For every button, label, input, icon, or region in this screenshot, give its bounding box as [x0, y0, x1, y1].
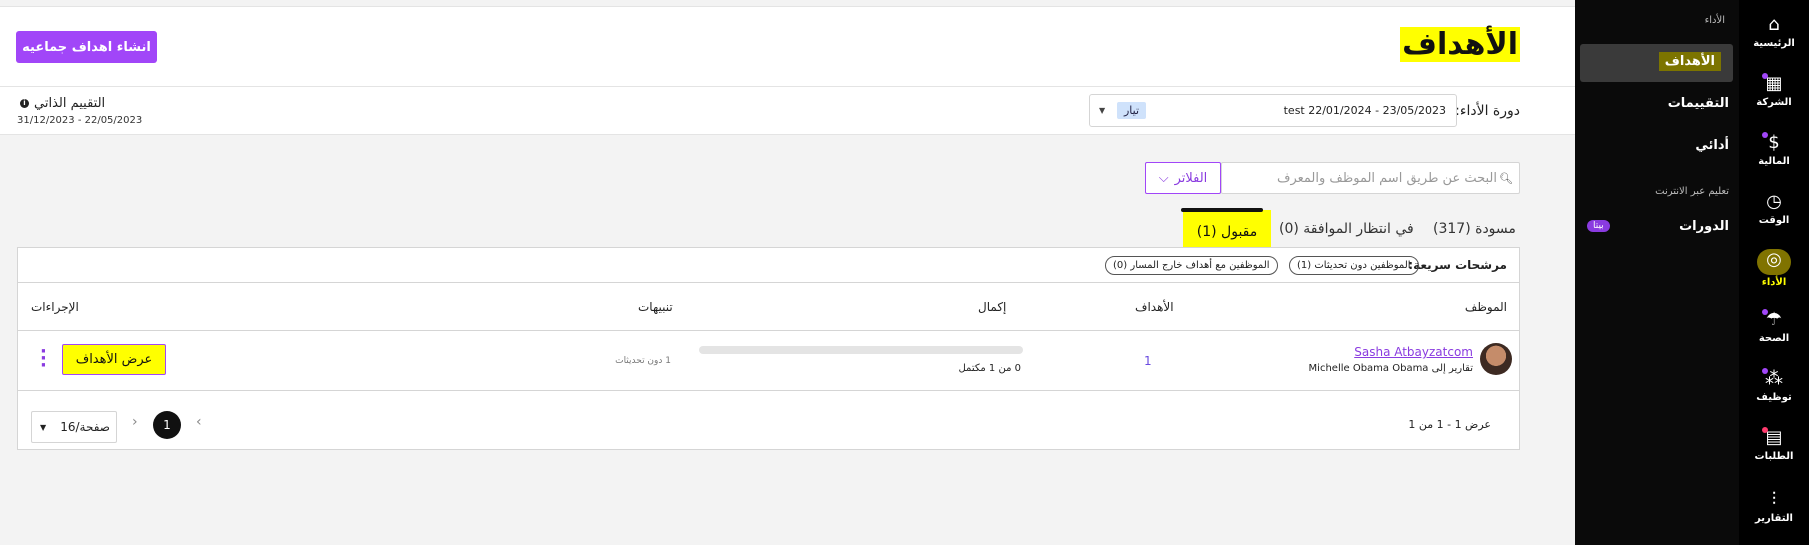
subnav-item-courses[interactable]: الدورات	[1679, 219, 1729, 234]
goals-table-panel: مرشحات سريعة: الموظفين دون تحديثات (1) ا…	[17, 247, 1520, 450]
subnav-item-reviews[interactable]: التقييمات	[1668, 96, 1729, 111]
performance-cycle-bar: دورة الأداء: test 22/01/2024 - 23/05/202…	[0, 87, 1575, 135]
view-goals-button[interactable]: عرض الأهداف	[62, 344, 166, 375]
category-performance: الأداء	[1704, 15, 1725, 26]
avatar	[1480, 343, 1512, 375]
alert-text: 1 دون تحديثات	[615, 356, 671, 366]
chip-no-updates[interactable]: الموظفين دون تحديثات (1)	[1289, 256, 1419, 275]
nav-performance[interactable]: ◎ الأداء	[1739, 249, 1809, 288]
active-tab-indicator	[1181, 208, 1263, 212]
chevron-left-icon[interactable]: ‹	[196, 414, 202, 430]
clock-icon: ◷	[1766, 191, 1782, 212]
chevron-right-icon[interactable]: ›	[132, 414, 138, 430]
create-group-goals-button[interactable]: انشاء اهداف جماعيه	[16, 31, 157, 63]
nav-home[interactable]: ⌂ الرئيسية	[1739, 14, 1809, 49]
completion-text: 0 من 1 مكتمل	[958, 363, 1021, 374]
subnav-item-my-performance[interactable]: أدائي	[1695, 138, 1729, 153]
notification-dot	[1762, 309, 1768, 315]
main-navigation: ⌂ الرئيسية ▦ الشركة $ المالية ◷ الوقت ◎ …	[1739, 0, 1809, 545]
search-input[interactable]: البحث عن طريق اسم الموظف والمعرف 🔍︎	[1221, 162, 1520, 194]
sub-navigation: الأداء الأهداف التقييمات أدائي تعليم عبر…	[1575, 0, 1739, 545]
current-cycle-tag: تيار	[1117, 102, 1147, 119]
cycle-value: test 22/01/2024 - 23/05/2023	[1283, 104, 1446, 117]
dollar-icon: $	[1768, 132, 1780, 153]
home-icon: ⌂	[1768, 14, 1780, 35]
notification-dot	[1762, 368, 1768, 374]
notification-dot	[1762, 132, 1768, 138]
search-placeholder: البحث عن طريق اسم الموظف والمعرف	[1277, 171, 1497, 186]
document-icon: ▤	[1765, 427, 1783, 448]
page-title: الأهداف	[1400, 27, 1520, 62]
info-icon[interactable]: i	[20, 99, 29, 108]
divider	[18, 390, 1519, 391]
employee-reports-to: تقارير إلى Michelle Obama Obama	[1308, 363, 1473, 374]
page-number-current[interactable]: 1	[153, 411, 181, 439]
nav-finance[interactable]: $ المالية	[1739, 132, 1809, 167]
subnav-item-goals[interactable]: الأهداف	[1658, 52, 1721, 71]
chevron-down-icon: ⌵	[1158, 170, 1169, 186]
filters-button[interactable]: الفلاتر ⌵	[1145, 162, 1221, 194]
umbrella-icon: ☂	[1765, 309, 1783, 330]
notification-dot	[1762, 73, 1768, 79]
category-learning: تعليم عبر الانترنت	[1655, 186, 1729, 197]
cycle-select[interactable]: test 22/01/2024 - 23/05/2023 تيار ▼	[1089, 94, 1457, 127]
header-alerts: تنبيهات	[638, 300, 673, 314]
chart-icon: ⫶	[1771, 489, 1777, 510]
nav-time[interactable]: ◷ الوقت	[1739, 191, 1809, 226]
quick-filters-label: مرشحات سريعة:	[1408, 258, 1507, 272]
per-page-select[interactable]: ▼ 16/صفحة	[31, 411, 117, 443]
tab-draft[interactable]: مسودة (317)	[1433, 221, 1516, 237]
main-content: الأهداف انشاء اهداف جماعيه دورة الأداء: …	[0, 0, 1575, 545]
goals-count[interactable]: 1	[1144, 354, 1152, 368]
divider	[18, 330, 1519, 331]
page-header: الأهداف انشاء اهداف جماعيه	[0, 6, 1575, 87]
self-review-title: i التقييم الذاتي	[20, 96, 105, 111]
nav-health[interactable]: ☂ الصحة	[1739, 309, 1809, 344]
chip-off-track[interactable]: الموظفين مع أهداف خارج المسار (0)	[1105, 256, 1278, 275]
target-icon: ◎	[1757, 249, 1791, 275]
cycle-label: دورة الأداء:	[1455, 103, 1520, 119]
building-icon: ▦	[1765, 73, 1783, 94]
more-options-icon[interactable]: · · ·	[40, 343, 47, 375]
completion-progress-bar	[699, 346, 1023, 354]
chevron-down-icon: ▼	[40, 423, 47, 432]
employee-name-link[interactable]: Sasha Atbayzatcom	[1354, 345, 1473, 359]
beta-badge: بيتا	[1587, 220, 1610, 232]
nav-company[interactable]: ▦ الشركة	[1739, 73, 1809, 108]
header-completion: إكمال	[978, 300, 1007, 314]
notification-dot	[1762, 427, 1768, 433]
divider	[18, 282, 1519, 283]
nav-hiring[interactable]: ⁂ توظيف	[1739, 368, 1809, 403]
tab-pending[interactable]: في انتظار الموافقة (0)	[1279, 221, 1414, 237]
chevron-down-icon: ▼	[1099, 106, 1106, 115]
search-icon: 🔍︎	[1499, 172, 1513, 185]
header-actions: الإجراءات	[31, 300, 79, 314]
self-review-dates: 31/12/2023 - 22/05/2023	[17, 115, 143, 126]
header-employee: الموظف	[1464, 300, 1507, 314]
people-icon: ⁂	[1765, 368, 1783, 389]
nav-reports[interactable]: ⫶ التقارير	[1739, 489, 1809, 524]
nav-requests[interactable]: ▤ الطلبات	[1739, 427, 1809, 462]
header-goals: الأهداف	[1135, 300, 1174, 314]
pagination-count: عرض 1 - 1 من 1	[1408, 418, 1491, 431]
